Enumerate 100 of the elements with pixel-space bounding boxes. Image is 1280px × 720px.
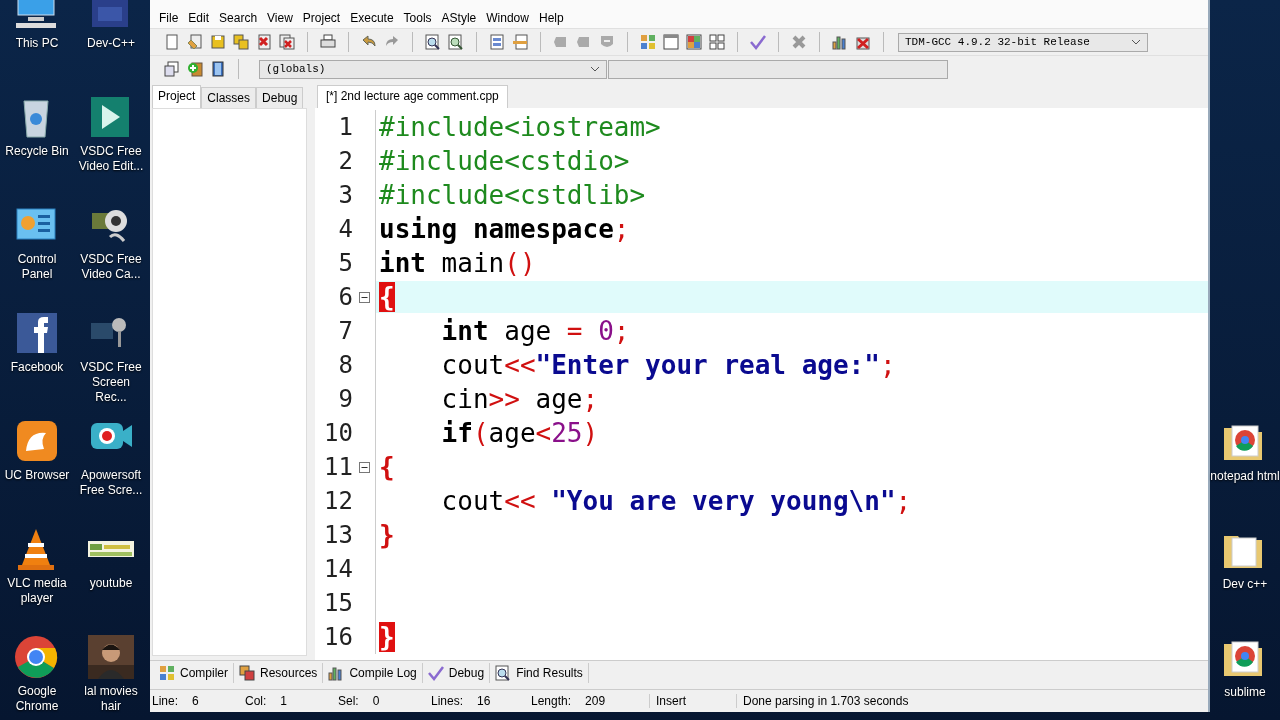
menu-item[interactable]: File bbox=[154, 11, 184, 25]
tiles-icon[interactable] bbox=[686, 34, 702, 50]
line-number: 6 bbox=[337, 283, 353, 311]
fold-icon[interactable] bbox=[358, 291, 370, 303]
desktop-icon-label[interactable]: Dev c++ bbox=[1209, 577, 1280, 592]
line-number: 11 bbox=[323, 453, 353, 481]
status-value: 16 bbox=[477, 694, 491, 708]
line-number: 14 bbox=[323, 555, 353, 583]
desktop-icon-label[interactable]: VSDC Free Video Ca... bbox=[75, 252, 147, 282]
line-number: 7 bbox=[337, 317, 353, 345]
line-number: 9 bbox=[337, 385, 353, 413]
menu-item[interactable]: Search bbox=[214, 11, 263, 25]
code-editor[interactable] bbox=[315, 108, 1208, 660]
line-number: 12 bbox=[323, 487, 353, 515]
find-icon[interactable] bbox=[425, 34, 441, 50]
menu-item[interactable]: View bbox=[262, 11, 298, 25]
desktop-icon-label[interactable]: This PC bbox=[1, 36, 73, 51]
menu-item[interactable]: Project bbox=[297, 11, 346, 25]
code-line: cout<<"Enter your real age:"; bbox=[440, 350, 896, 380]
menu-item[interactable]: AStyle bbox=[436, 11, 482, 25]
output-tab[interactable]: Find Results bbox=[490, 663, 589, 683]
status-message: Done parsing in 1.703 seconds bbox=[736, 694, 909, 708]
compiler-dropdown[interactable]: TDM-GCC 4.9.2 32-bit Release bbox=[898, 32, 1148, 52]
panel-tab[interactable]: Classes bbox=[201, 87, 257, 108]
line-number: 3 bbox=[337, 181, 353, 209]
desktop-icon-label[interactable]: Facebook bbox=[1, 360, 73, 375]
scope-dropdown[interactable]: (globals) bbox=[259, 59, 607, 79]
line-number: 4 bbox=[337, 215, 353, 243]
desktop-icon-label[interactable]: notepad html bbox=[1209, 469, 1280, 484]
insert-mode: Insert bbox=[649, 694, 736, 708]
facebook-icon bbox=[14, 311, 60, 355]
status-label: Line: bbox=[152, 694, 179, 708]
tiles-icon bbox=[159, 665, 175, 681]
status-label: Col: bbox=[245, 694, 267, 708]
code-line: #include<iostream> bbox=[379, 112, 661, 142]
line-number: 10 bbox=[323, 419, 353, 447]
tiles-icon[interactable] bbox=[640, 34, 656, 50]
line-number: 16 bbox=[323, 623, 353, 651]
desktop-icon-label[interactable]: VSDC Free Video Edit... bbox=[75, 144, 147, 174]
panel-tab[interactable]: Project bbox=[152, 85, 202, 108]
open-file-icon[interactable] bbox=[187, 34, 203, 50]
desktop-icon-label[interactable]: VLC media player bbox=[1, 576, 73, 606]
desktop-icon-label[interactable]: Apowersoft Free Scre... bbox=[75, 468, 147, 498]
close-all-icon[interactable] bbox=[279, 34, 295, 50]
replace-icon[interactable] bbox=[448, 34, 464, 50]
output-tab[interactable]: Debug bbox=[422, 663, 491, 683]
menu-item[interactable]: Help bbox=[533, 11, 569, 25]
check-icon bbox=[427, 665, 444, 681]
close-file-icon[interactable] bbox=[256, 34, 272, 50]
output-tab[interactable]: Compiler bbox=[154, 663, 234, 683]
book-icon[interactable] bbox=[210, 61, 226, 77]
line-number: 13 bbox=[323, 521, 353, 549]
find-icon bbox=[495, 665, 512, 681]
desktop-icon-label[interactable]: VSDC Free Screen Rec... bbox=[75, 360, 147, 405]
save-all-icon[interactable] bbox=[233, 34, 249, 50]
menu-item[interactable]: Tools bbox=[398, 11, 437, 25]
check-icon[interactable] bbox=[750, 34, 766, 50]
desktop-icon-label[interactable]: sublime bbox=[1209, 685, 1280, 700]
menu-item[interactable]: Edit bbox=[183, 11, 215, 25]
panel-tab[interactable]: Debug bbox=[256, 87, 304, 108]
add-icon[interactable] bbox=[187, 61, 203, 77]
windows-icon[interactable] bbox=[164, 61, 180, 77]
indent-icon[interactable] bbox=[489, 34, 505, 50]
output-tab[interactable]: Compile Log bbox=[323, 663, 423, 683]
code-line: cin>> age; bbox=[440, 384, 599, 414]
window-icon[interactable] bbox=[663, 34, 679, 50]
print-icon[interactable] bbox=[320, 34, 336, 50]
line-number: 1 bbox=[337, 113, 353, 141]
file-tab[interactable]: [*] 2nd lecture age comment.cpp bbox=[317, 85, 508, 108]
desktop-icon-label[interactable]: Dev-C++ bbox=[75, 36, 147, 51]
desktop-icon-label[interactable]: UC Browser bbox=[1, 468, 73, 483]
cross-icon[interactable] bbox=[791, 34, 807, 50]
fold-icon[interactable] bbox=[358, 461, 370, 473]
desktop-icon-label[interactable]: Recycle Bin bbox=[1, 144, 73, 159]
desktop-icon-label[interactable]: Control Panel bbox=[1, 252, 73, 282]
status-value: 1 bbox=[280, 694, 288, 708]
menu-item[interactable]: Execute bbox=[345, 11, 399, 25]
new-file-icon[interactable] bbox=[164, 34, 180, 50]
status-label: Sel: bbox=[338, 694, 359, 708]
code-line: } bbox=[379, 520, 395, 550]
desktop-icon-label[interactable]: Google Chrome bbox=[1, 684, 73, 714]
grid-icon[interactable] bbox=[709, 34, 725, 50]
output-tab[interactable]: Resources bbox=[234, 663, 324, 683]
chrome-icon bbox=[14, 635, 60, 679]
code-line: int main() bbox=[379, 248, 536, 278]
caret-icon bbox=[590, 66, 600, 72]
unindent-icon[interactable] bbox=[512, 34, 528, 50]
bar-chart-icon bbox=[328, 665, 345, 681]
save-icon[interactable] bbox=[210, 34, 226, 50]
delete-chart-icon[interactable] bbox=[855, 34, 871, 50]
desktop-icon-label[interactable]: youtube bbox=[75, 576, 147, 591]
desktop-icon-label[interactable]: lal movies hair bbox=[75, 684, 147, 714]
bar-chart-icon[interactable] bbox=[832, 34, 848, 50]
code-line: using namespace; bbox=[379, 214, 630, 244]
code-line: #include<cstdlib> bbox=[379, 180, 646, 210]
menu-item[interactable]: Window bbox=[481, 11, 534, 25]
line-number: 5 bbox=[337, 249, 353, 277]
code-line: if(age<25) bbox=[440, 418, 599, 448]
status-label: Length: bbox=[531, 694, 572, 708]
status-label: Lines: bbox=[431, 694, 464, 708]
